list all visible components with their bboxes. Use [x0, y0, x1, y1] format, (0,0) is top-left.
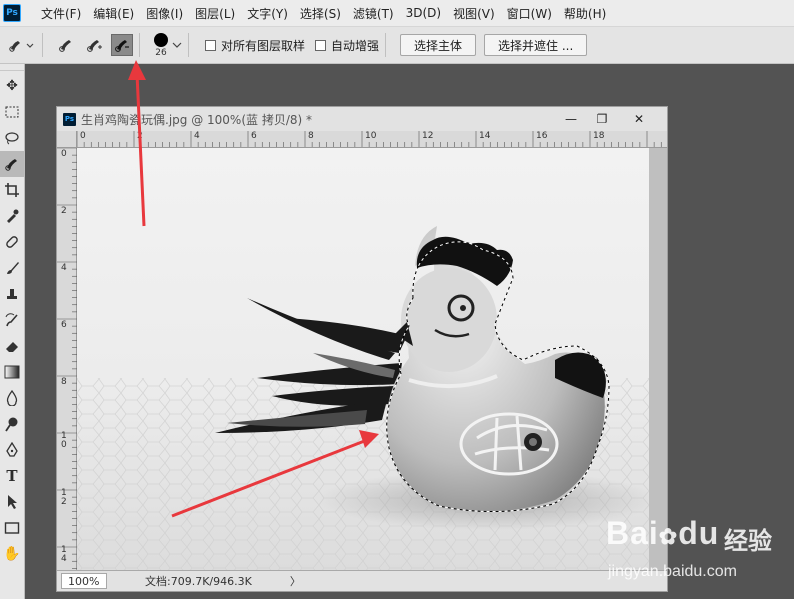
document-window: Ps 生肖鸡陶瓷玩偶.jpg @ 100%(蓝 拷贝/8) * — ❐ ✕ 0 … [56, 106, 668, 592]
canvas-area[interactable] [77, 148, 667, 572]
new-selection-icon [59, 40, 71, 52]
healing-brush-icon[interactable] [0, 229, 24, 255]
brush-size-value: 26 [155, 47, 167, 58]
ruler-h-label: 16 [536, 131, 548, 141]
document-tab[interactable]: Ps 生肖鸡陶瓷玩偶.jpg @ 100%(蓝 拷贝/8) * — ❐ ✕ [57, 107, 667, 132]
options-bar: 26 对所有图层取样 自动增强 选择主体 选择并遮住 ... [0, 27, 794, 64]
crop-icon[interactable] [0, 177, 24, 203]
marquee-icon[interactable] [0, 99, 24, 125]
menu-image[interactable]: 图像(I) [140, 5, 189, 22]
watermark-url: jingyan.baidu.com [608, 563, 737, 580]
vertical-ruler[interactable]: 0 2 4 6 8 1 0 1 2 1 4 [57, 148, 77, 572]
rectangle-icon[interactable] [0, 515, 24, 541]
auto-enhance-checkbox[interactable]: 自动增强 [315, 37, 379, 54]
photoshop-doc-icon: Ps [63, 112, 76, 126]
ruler-h-label: 10 [365, 131, 377, 141]
menu-file[interactable]: 文件(F) [35, 5, 87, 22]
ruler-v-label: 1 0 [61, 431, 67, 450]
ruler-v-label: 4 [61, 263, 67, 273]
horizontal-ruler[interactable]: 0 2 4 6 8 10 12 14 16 18 [77, 131, 667, 148]
document-title: 生肖鸡陶瓷玩偶.jpg @ 100%(蓝 拷贝/8) * [81, 112, 312, 127]
chevron-right-icon[interactable]: 〉 [290, 573, 301, 589]
close-button[interactable]: ✕ [619, 109, 659, 128]
menu-3d[interactable]: 3D(D) [400, 6, 447, 20]
menu-edit[interactable]: 编辑(E) [87, 5, 140, 22]
pen-icon[interactable] [0, 437, 24, 463]
photoshop-logo-icon: Ps [3, 4, 21, 22]
quick-select-icon[interactable] [0, 151, 24, 177]
baidu-jingyan-watermark: Bai✿du 经验 jingyan.baidu.com [606, 515, 786, 595]
auto-enhance-label: 自动增强 [331, 38, 380, 53]
ruler-v-label: 0 [61, 149, 67, 159]
ruler-origin[interactable] [57, 131, 77, 148]
ruler-h-label: 8 [308, 131, 314, 141]
quick-select-preset-icon [9, 41, 34, 52]
stamp-icon[interactable] [0, 281, 24, 307]
ruler-h-label: 6 [251, 131, 257, 141]
restore-button[interactable]: ❐ [588, 109, 616, 128]
ruler-v-label: 8 [61, 377, 67, 387]
hand-icon[interactable]: ✋ [0, 541, 24, 567]
new-selection-mode[interactable] [55, 34, 77, 56]
menu-layer[interactable]: 图层(L) [189, 5, 241, 22]
ruler-v-label: 2 [61, 206, 67, 216]
status-bar: 100% 文档:709.7K/946.3K 〉 [57, 570, 667, 591]
subtract-from-selection-mode[interactable] [111, 34, 133, 56]
lasso-icon[interactable] [0, 125, 24, 151]
path-select-icon[interactable] [0, 489, 24, 515]
move-icon[interactable]: ✥ [0, 73, 24, 99]
ruler-h-label: 0 [80, 131, 86, 141]
type-icon[interactable]: T [0, 463, 24, 489]
ruler-h-label: 4 [194, 131, 200, 141]
separator [385, 33, 387, 57]
blur-icon[interactable] [0, 385, 24, 411]
tools-panel: ✥ T ✋ [0, 64, 25, 599]
watermark-cn: 经验 [724, 527, 772, 555]
zoom-level-field[interactable]: 100% [61, 573, 107, 589]
menu-filter[interactable]: 滤镜(T) [347, 5, 400, 22]
add-to-selection-mode[interactable] [83, 34, 105, 56]
separator [188, 33, 189, 57]
menu-help[interactable]: 帮助(H) [558, 5, 612, 22]
ruler-v-label: 1 4 [61, 545, 67, 564]
history-brush-icon[interactable] [0, 307, 24, 333]
brush-tip-icon [154, 32, 168, 47]
ruler-h-label: 14 [479, 131, 491, 141]
add-selection-icon [87, 40, 102, 52]
photo-canvas[interactable] [77, 148, 649, 572]
eraser-icon[interactable] [0, 333, 24, 359]
menu-view[interactable]: 视图(V) [447, 5, 501, 22]
ruler-v-label: 6 [61, 320, 67, 330]
sample-all-layers-label: 对所有图层取样 [221, 38, 306, 53]
menu-select[interactable]: 选择(S) [294, 5, 347, 22]
sample-all-layers-checkbox[interactable]: 对所有图层取样 [205, 37, 305, 54]
eyedropper-icon[interactable] [0, 203, 24, 229]
panel-grip[interactable] [0, 64, 24, 71]
checkbox-box[interactable] [315, 39, 327, 51]
window-controls: — ❐ ✕ [554, 109, 659, 128]
chevron-down-icon[interactable] [172, 41, 182, 49]
minimize-button[interactable]: — [557, 109, 585, 128]
separator [42, 33, 43, 57]
select-and-mask-button[interactable]: 选择并遮住 ... [484, 34, 588, 56]
tool-preset-picker[interactable] [8, 37, 36, 53]
ruler-h-label: 2 [137, 131, 143, 141]
brush-icon[interactable] [0, 255, 24, 281]
ruler-h-label: 12 [422, 131, 434, 141]
document-size-info: 文档:709.7K/946.3K [145, 575, 252, 588]
watermark-brand: Bai✿du [606, 515, 720, 551]
dodge-icon[interactable] [0, 411, 24, 437]
menu-type[interactable]: 文字(Y) [241, 5, 294, 22]
gradient-icon[interactable] [0, 359, 24, 385]
select-subject-button[interactable]: 选择主体 [400, 34, 477, 56]
baidu-paw-icon: ✿ [658, 524, 679, 549]
menu-bar: Ps 文件(F) 编辑(E) 图像(I) 图层(L) 文字(Y) 选择(S) 滤… [0, 0, 794, 27]
ruler-h-label: 18 [593, 131, 605, 141]
brush-size-picker[interactable]: 26 [154, 32, 168, 58]
separator [139, 33, 140, 57]
subtract-selection-icon [115, 40, 129, 52]
checkbox-box[interactable] [205, 39, 216, 51]
menu-window[interactable]: 窗口(W) [501, 5, 558, 22]
ruler-v-label: 1 2 [61, 488, 67, 507]
